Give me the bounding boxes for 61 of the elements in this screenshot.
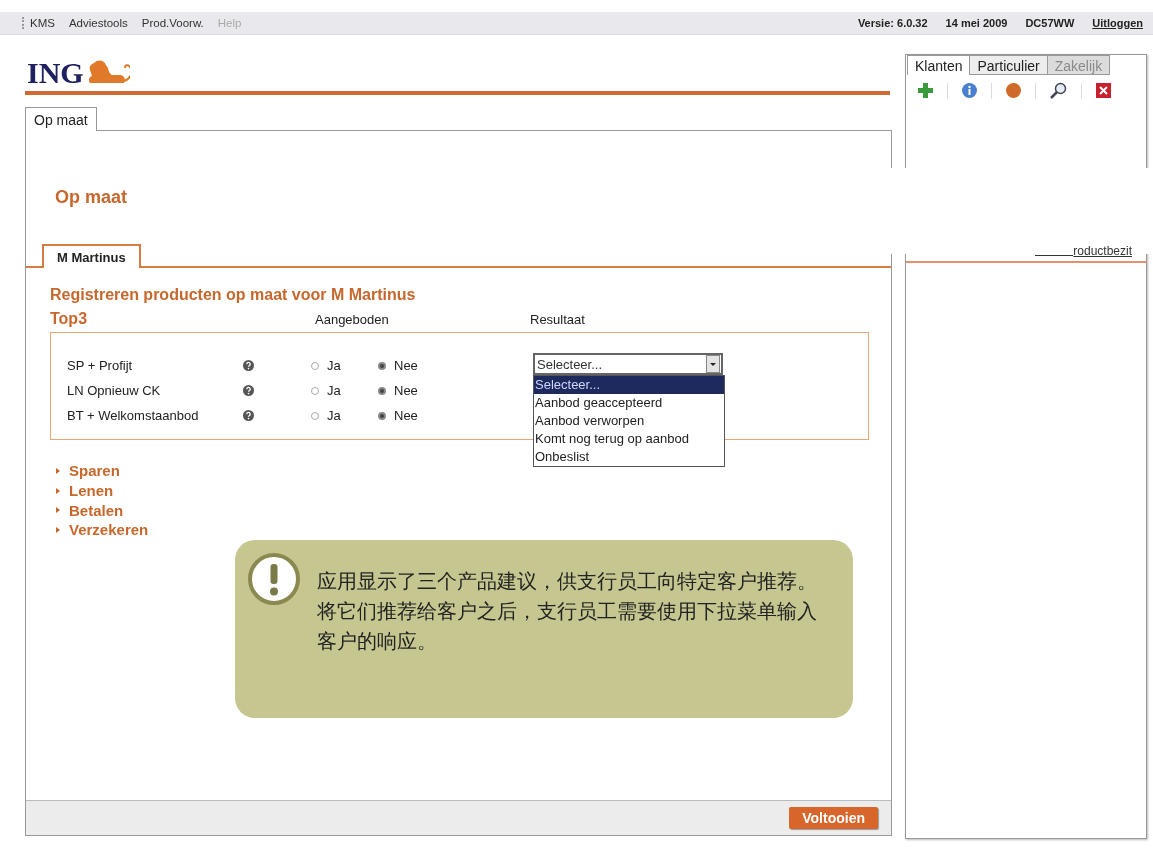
user-code: DC57WW (1025, 17, 1075, 29)
radio-button[interactable] (378, 386, 386, 395)
logout-link[interactable]: Uitloggen (1092, 17, 1143, 29)
radio-label: Nee (394, 383, 418, 398)
radio-label: Nee (394, 408, 418, 423)
info-icon[interactable] (962, 83, 977, 98)
caret-icon[interactable] (706, 355, 720, 373)
radio-button[interactable] (311, 411, 319, 420)
radio-button[interactable] (378, 411, 386, 420)
column-header: Aangeboden (315, 312, 390, 327)
category-link[interactable]: Verzekeren (56, 520, 149, 540)
page-title: Op maat (55, 187, 129, 208)
section-title: Registreren producten op maat voor M Martinus (50, 286, 417, 304)
product-name: SP + Profijt (67, 358, 134, 373)
close-icon[interactable] (1096, 83, 1111, 98)
radio-button[interactable] (311, 361, 319, 370)
menu-item[interactable]: KMS (30, 17, 55, 29)
menu-item[interactable]: Adviestools (68, 17, 128, 29)
version-label: Versie: 6.0.32 (857, 17, 928, 29)
finish-button[interactable]: Voltooien (789, 807, 878, 829)
exclamation-icon (248, 553, 300, 605)
radio-option[interactable]: Ja (311, 358, 378, 373)
radio-option[interactable]: Ja (311, 408, 378, 423)
help-icon[interactable] (243, 385, 254, 396)
date-label: 14 mei 2009 (945, 17, 1008, 29)
side-tab[interactable]: Klanten (907, 55, 971, 75)
radio-option[interactable]: Nee (378, 408, 445, 423)
customer-tab[interactable]: M Martinus (42, 244, 141, 268)
dot-icon[interactable] (1006, 83, 1021, 98)
search-icon[interactable] (1050, 82, 1067, 99)
dropdown-option[interactable]: Onbeslist (534, 448, 724, 466)
side-tab[interactable]: Particulier (970, 55, 1048, 75)
add-icon[interactable] (918, 83, 933, 98)
result-dropdown[interactable]: Selecteer... (533, 353, 723, 375)
category-link[interactable]: Betalen (56, 500, 124, 521)
group-title: Top3 (50, 310, 89, 328)
dropdown-option[interactable]: Komt nog terug op aanbod (534, 430, 724, 448)
radio-label: Ja (327, 383, 341, 398)
dropdown-option[interactable]: Selecteer... (534, 376, 724, 394)
product-name: LN Opnieuw CK (67, 383, 162, 398)
radio-option[interactable]: Ja (311, 383, 378, 398)
radio-label: Ja (327, 408, 341, 423)
dropdown-option[interactable]: Aanbod geaccepteerd (534, 394, 724, 412)
radio-option[interactable]: Nee (378, 383, 445, 398)
dropdown-option[interactable]: Aanbod verworpen (534, 412, 724, 430)
radio-button[interactable] (378, 361, 386, 370)
radio-label: Ja (327, 358, 341, 373)
category-link[interactable]: Sparen (56, 461, 120, 481)
tab[interactable]: Op maat (25, 107, 97, 131)
radio-button[interactable] (311, 386, 319, 395)
product-name: BT + Welkomstaanbod (67, 408, 200, 423)
logo-text: ING (27, 56, 84, 89)
help-icon[interactable] (243, 360, 254, 371)
help-icon[interactable] (243, 410, 254, 421)
radio-label: Nee (394, 358, 418, 373)
menu-item[interactable]: Prod.Voorw. (141, 17, 204, 29)
product-link[interactable]: roductbezit (1073, 244, 1132, 258)
column-header: Resultaat (530, 312, 585, 327)
radio-option[interactable]: Nee (378, 358, 445, 373)
callout-text: 应用显示了三个产品建议，供支行员工向特定客户推荐。将它们推荐给客户之后，支行员工需要使用下拉菜单输入客户的响应。 (317, 569, 818, 654)
category-link[interactable]: Lenen (56, 480, 114, 501)
